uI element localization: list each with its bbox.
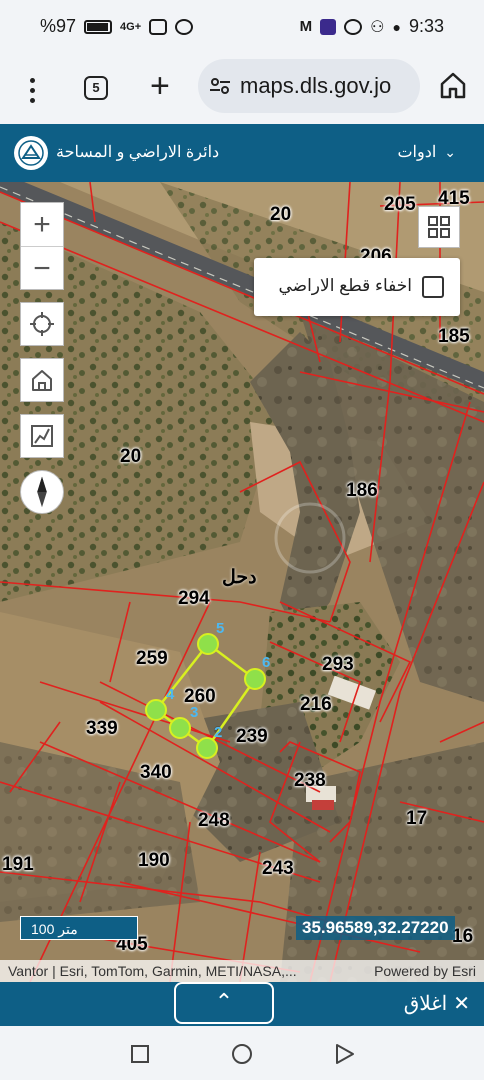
app-title: دائرة الاراضي و المساحة bbox=[56, 144, 220, 161]
parcel-label[interactable]: 238 bbox=[294, 770, 326, 792]
clock: 9:33 bbox=[408, 16, 444, 36]
parcel-label[interactable]: 191 bbox=[2, 854, 34, 876]
locate-button[interactable] bbox=[20, 302, 64, 346]
expand-button[interactable]: ⌃ bbox=[174, 982, 274, 1024]
parcel-label[interactable]: 239 bbox=[236, 726, 268, 748]
parcel-label[interactable]: 216 bbox=[300, 694, 332, 716]
hide-parcels-label: اخفاء قطع الاراضي bbox=[278, 276, 412, 295]
gmail-icon: M bbox=[299, 18, 313, 35]
address-bar[interactable]: maps.dls.gov.jo bbox=[198, 59, 420, 113]
vertex-label: 4 bbox=[166, 686, 175, 703]
attribution-bar: Vantor | Esri, TomTom, Garmin, METI/NASA… bbox=[0, 960, 484, 982]
coordinates-readout: 35.96589,32.27220 bbox=[296, 916, 455, 940]
status-bar: %97 4G+ M ⚇ ● 9:33 bbox=[0, 0, 484, 56]
close-label: اغلاق bbox=[403, 993, 448, 1015]
phone-icon bbox=[344, 18, 363, 35]
parcel-label[interactable]: 17 bbox=[406, 808, 427, 830]
menu-dots-icon[interactable] bbox=[22, 76, 42, 104]
parcel-label[interactable]: 294 bbox=[178, 588, 210, 610]
parcel-label[interactable]: 248 bbox=[198, 810, 230, 832]
url-text: maps.dls.gov.jo bbox=[240, 73, 392, 98]
zoom-controls: + − bbox=[20, 202, 64, 290]
close-button[interactable]: اغلاق ✕ bbox=[404, 991, 470, 1016]
chat-icon: ● bbox=[392, 18, 401, 35]
tools-menu[interactable]: ادوات ⌄ bbox=[397, 142, 456, 162]
map-view[interactable]: 20 205 415 206 185 186 20 294 259 260 29… bbox=[0, 182, 484, 982]
zoom-out-button[interactable]: − bbox=[21, 247, 63, 291]
chevron-down-icon: ⌄ bbox=[444, 143, 456, 160]
parcel-label[interactable]: 185 bbox=[438, 326, 470, 348]
zoom-in-button[interactable]: + bbox=[21, 203, 63, 247]
app-header: دائرة الاراضي و المساحة ادوات ⌄ bbox=[0, 124, 484, 182]
vertex-label: 6 bbox=[262, 654, 271, 671]
parcel-label[interactable]: 20 bbox=[270, 204, 291, 226]
hide-parcels-checkbox[interactable] bbox=[422, 276, 444, 298]
parcel-label[interactable]: 293 bbox=[322, 654, 354, 676]
browser-toolbar: 5 + maps.dls.gov.jo bbox=[0, 56, 484, 124]
network-type: 4G+ bbox=[120, 20, 142, 33]
status-right: M ⚇ ● 9:33 bbox=[300, 16, 444, 37]
home-nav-icon[interactable] bbox=[230, 1042, 254, 1066]
compass-icon[interactable] bbox=[20, 470, 64, 514]
vertex-label: 3 bbox=[190, 704, 199, 721]
attribution-text[interactable]: Vantor | Esri, TomTom, Garmin, METI/NASA… bbox=[8, 963, 297, 979]
wifi-calling-icon bbox=[149, 18, 168, 35]
system-nav-bar bbox=[0, 1026, 484, 1080]
chevron-up-icon: ⌃ bbox=[214, 989, 234, 1014]
battery-icon bbox=[84, 19, 113, 34]
parcel-label[interactable]: 186 bbox=[346, 480, 378, 502]
new-tab-icon[interactable]: + bbox=[150, 68, 170, 104]
grid-icon bbox=[428, 216, 450, 238]
bottom-bar: ⌃ اغلاق ✕ bbox=[0, 982, 484, 1026]
battery-percent: %97 bbox=[40, 16, 77, 36]
crosshair-icon bbox=[30, 312, 54, 336]
parcel-label[interactable]: 259 bbox=[136, 648, 168, 670]
tools-label: ادوات bbox=[397, 144, 437, 161]
parcel-label[interactable]: 243 bbox=[262, 858, 294, 880]
parcel-label[interactable]: 16 bbox=[452, 926, 473, 948]
site-settings-icon[interactable] bbox=[210, 77, 230, 95]
tab-switcher-button[interactable]: 5 bbox=[84, 76, 108, 100]
basemap-gallery-button[interactable] bbox=[418, 206, 460, 248]
parcel-label[interactable]: 339 bbox=[86, 718, 118, 740]
dls-logo-icon bbox=[14, 136, 48, 170]
parcel-label[interactable]: 20 bbox=[120, 446, 141, 468]
recent-apps-icon[interactable] bbox=[130, 1044, 150, 1064]
home-icon[interactable] bbox=[438, 70, 468, 100]
home-icon bbox=[32, 370, 52, 391]
eye-icon bbox=[175, 18, 194, 35]
link-icon: ⚇ bbox=[370, 18, 385, 36]
powered-by-text[interactable]: Powered by Esri bbox=[374, 963, 476, 979]
hide-parcels-panel: اخفاء قطع الاراضي bbox=[254, 258, 460, 316]
app-icon bbox=[320, 18, 337, 35]
scale-bar: 100 متر bbox=[20, 916, 138, 940]
measure-icon bbox=[31, 425, 53, 447]
vertex-label: 5 bbox=[216, 620, 225, 637]
parcel-label[interactable]: 260 bbox=[184, 686, 216, 708]
back-icon[interactable] bbox=[334, 1042, 356, 1066]
vertex-label: 2 bbox=[214, 724, 223, 741]
parcel-label[interactable]: 190 bbox=[138, 850, 170, 872]
measure-button[interactable] bbox=[20, 414, 64, 458]
town-label: دحل bbox=[222, 567, 257, 588]
default-extent-button[interactable] bbox=[20, 358, 64, 402]
parcel-label[interactable]: 340 bbox=[140, 762, 172, 784]
status-left: %97 4G+ bbox=[40, 16, 194, 37]
close-icon: ✕ bbox=[453, 993, 470, 1015]
parcel-label[interactable]: 205 bbox=[384, 194, 416, 216]
